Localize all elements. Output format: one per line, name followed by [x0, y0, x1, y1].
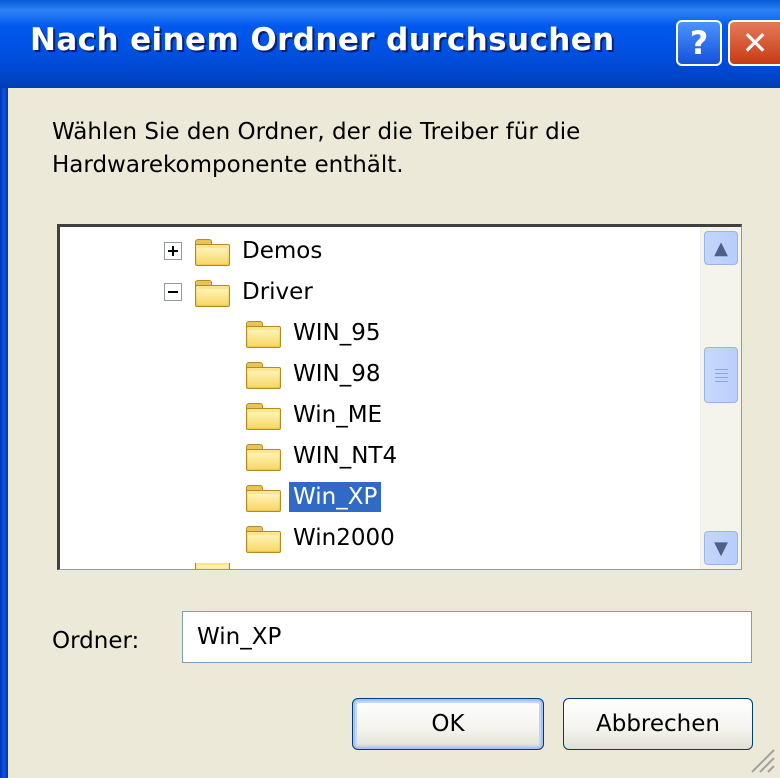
close-icon: ✕	[741, 24, 769, 62]
window-title: Nach einem Ordner durchsuchen	[30, 22, 615, 58]
folder-icon	[245, 523, 281, 553]
window-border	[0, 88, 8, 778]
folder-icon	[245, 318, 281, 348]
browse-folder-dialog: Nach einem Ordner durchsuchen ? ✕ Wählen…	[0, 0, 780, 778]
folder-icon	[245, 400, 281, 430]
tree-item-partial[interactable]	[164, 563, 238, 569]
tree-item-label: WIN_95	[293, 320, 381, 346]
folder-icon	[245, 482, 281, 512]
resize-grip-icon[interactable]	[746, 744, 776, 774]
chevron-up-icon: ▲	[714, 237, 728, 259]
close-button[interactable]: ✕	[728, 20, 780, 66]
folder-icon	[245, 359, 281, 389]
tree-item-win98[interactable]: WIN_98	[245, 356, 385, 392]
scroll-thumb[interactable]	[704, 347, 738, 403]
help-icon: ?	[689, 24, 709, 62]
tree-item-label: WIN_98	[293, 361, 381, 387]
folder-icon	[194, 563, 230, 569]
scroll-down-button[interactable]: ▼	[704, 531, 738, 565]
expand-icon[interactable]	[164, 242, 182, 260]
instruction-line-1: Wählen Sie den Ordner, der die Treiber f…	[52, 119, 581, 145]
chevron-down-icon: ▼	[714, 537, 728, 559]
scroll-up-button[interactable]: ▲	[704, 231, 738, 265]
instruction-line-2: Hardwarekomponente enthält.	[52, 152, 404, 178]
tree-item-demos[interactable]: Demos	[164, 233, 326, 269]
folder-field-label: Ordner:	[52, 628, 140, 654]
tree-item-driver[interactable]: Driver	[164, 274, 317, 310]
folder-tree[interactable]: Demos Driver WIN_95 WIN_98 Win_ME WIN_NT…	[57, 224, 742, 570]
collapse-icon[interactable]	[164, 283, 182, 301]
tree-item-label: Win2000	[293, 525, 395, 551]
tree-item-label: Driver	[242, 279, 313, 305]
tree-item-win-nt4[interactable]: WIN_NT4	[245, 438, 401, 474]
instruction-text: Wählen Sie den Ordner, der die Treiber f…	[52, 116, 712, 182]
tree-item-label: Win_ME	[293, 402, 383, 428]
tree-item-win-xp[interactable]: Win_XP	[245, 479, 382, 515]
ok-button[interactable]: OK	[352, 698, 544, 750]
tree-item-label: Win_XP	[289, 482, 382, 512]
folder-input[interactable]	[182, 611, 752, 663]
help-button[interactable]: ?	[676, 20, 722, 66]
folder-icon	[194, 277, 230, 307]
tree-item-win95[interactable]: WIN_95	[245, 315, 385, 351]
title-bar[interactable]: Nach einem Ordner durchsuchen ? ✕	[0, 0, 780, 88]
tree-item-win-me[interactable]: Win_ME	[245, 397, 386, 433]
tree-item-label: Demos	[242, 238, 323, 264]
tree-item-win2000[interactable]: Win2000	[245, 520, 399, 556]
folder-icon	[194, 236, 230, 266]
cancel-button[interactable]: Abbrechen	[563, 698, 753, 750]
folder-icon	[245, 441, 281, 471]
vertical-scrollbar[interactable]: ▲ ▼	[700, 227, 741, 569]
tree-item-label: WIN_NT4	[293, 443, 398, 469]
